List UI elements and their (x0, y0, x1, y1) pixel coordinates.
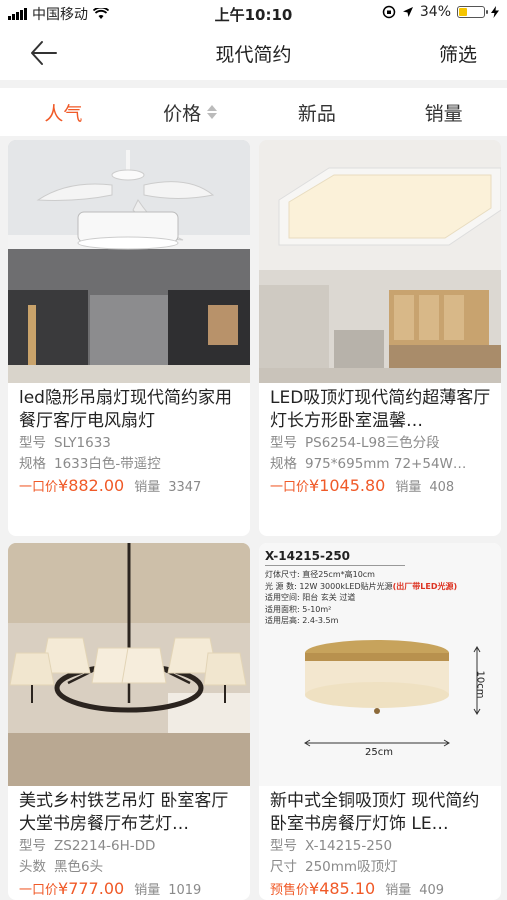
product-card[interactable]: LED吸顶灯现代简约超薄客厅灯长方形卧室温馨… 型号 PS6254-L98三色分段… (259, 140, 501, 536)
sort-tab-popularity[interactable]: 人气 (0, 88, 127, 136)
image-height-label: 10cm (474, 670, 486, 699)
image-width-label: 25cm (365, 747, 393, 758)
product-price: 一口价¥777.00 销量 1019 (19, 879, 202, 898)
ceiling-fan-lamp-photo (8, 140, 250, 383)
sort-tab-price[interactable]: 价格 (127, 88, 254, 136)
product-spec-model: 型号 X-14215-250 (270, 838, 393, 854)
sort-arrows-icon (207, 105, 218, 119)
rotation-lock-icon (382, 5, 396, 19)
sort-bar: 人气 价格 新品 销量 (0, 88, 507, 136)
product-spec-size: 规格 975*695mm 72+54W… (270, 456, 467, 472)
chandelier-photo (8, 543, 250, 786)
product-spec-size: 头数 黑色6头 (19, 859, 104, 875)
rectangular-ceiling-light-photo (259, 140, 501, 383)
round-ceiling-light-photo: X-14215-250 灯体尺寸: 直径25cm*高10cm 光 源 数: 12… (259, 543, 501, 786)
status-bar: 中国移动 上午10:10 34% (0, 0, 507, 26)
product-spec-model: 型号 ZS2214-6H-DD (19, 838, 156, 854)
battery-icon (457, 6, 488, 18)
product-card[interactable]: led隐形吊扇灯现代简约家用餐厅客厅电风扇灯 型号 SLY1633 规格 1633白… (8, 140, 250, 536)
location-icon (402, 7, 413, 17)
page-title: 现代简约 (215, 44, 292, 66)
sort-tab-new[interactable]: 新品 (254, 88, 381, 136)
sort-tab-sales[interactable]: 销量 (380, 88, 507, 136)
product-name: 新中式全铜吸顶灯 现代简约卧室书房餐厅灯饰 LE… (270, 791, 480, 834)
charging-icon (491, 6, 499, 18)
product-price: 一口价¥882.00 销量 3347 (19, 476, 202, 495)
product-spec-model: 型号 SLY1633 (19, 435, 111, 451)
product-price: 一口价¥1045.80 销量 408 (270, 476, 455, 495)
product-spec-size: 尺寸 250mm吸顶灯 (270, 859, 398, 875)
filter-button[interactable]: 筛选 (439, 40, 477, 67)
product-name: led隐形吊扇灯现代简约家用餐厅客厅电风扇灯 (19, 388, 232, 431)
product-spec-model: 型号 PS6254-L98三色分段 (270, 435, 440, 451)
nav-bar: 现代简约 筛选 (0, 26, 507, 80)
product-spec-size: 规格 1633白色-带遥控 (19, 456, 161, 472)
product-price: 预售价¥485.10 销量 409 (270, 879, 445, 898)
product-card[interactable]: X-14215-250 灯体尺寸: 直径25cm*高10cm 光 源 数: 12… (259, 543, 501, 900)
product-name: 美式乡村铁艺吊灯 卧室客厅大堂书房餐厅布艺灯… (19, 791, 229, 834)
product-card[interactable]: 美式乡村铁艺吊灯 卧室客厅大堂书房餐厅布艺灯… 型号 ZS2214-6H-DD 头… (8, 543, 250, 900)
battery-percent: 34% (419, 4, 451, 20)
product-name: LED吸顶灯现代简约超薄客厅灯长方形卧室温馨… (270, 388, 491, 431)
